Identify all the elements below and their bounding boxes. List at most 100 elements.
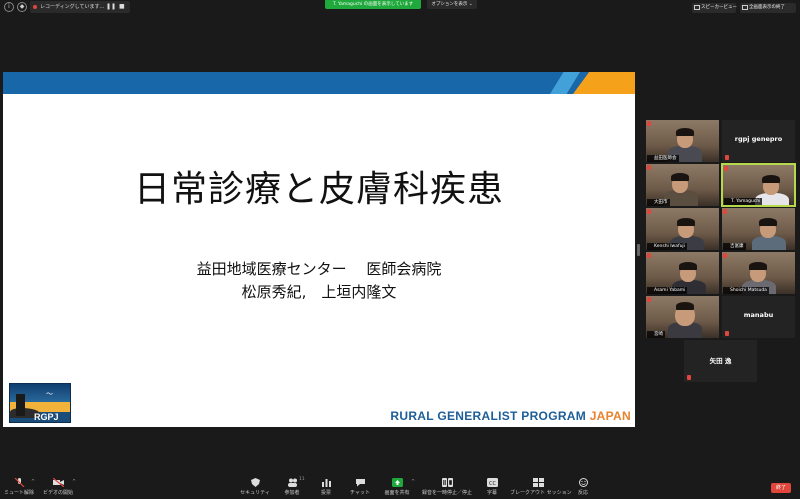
participant-name: Shoichi Matsuda — [723, 287, 769, 294]
participant-tile[interactable]: Shoichi Matsuda — [722, 252, 795, 294]
breakout-grid-icon — [532, 478, 544, 487]
muted-mic-icon — [723, 209, 727, 214]
split-resize-handle[interactable] — [637, 244, 640, 256]
participants-label: 参加者 — [284, 490, 300, 496]
shield-icon — [250, 478, 260, 487]
participant-name: 益田医師会 — [647, 155, 679, 162]
participant-name: 大田市 — [647, 199, 670, 206]
bird-icon: 〜 — [46, 390, 53, 398]
participant-name: manabu — [743, 311, 774, 319]
slide-affiliation: 益田地域医療センター 医師会病院 — [196, 260, 442, 278]
shield-icon[interactable]: ◆ — [17, 2, 27, 12]
svg-text:CC: CC — [489, 481, 496, 487]
breakout-rooms-button[interactable]: ブレークアウト セッション — [510, 473, 572, 499]
participants-count: 11 — [299, 477, 305, 482]
end-meeting-button[interactable]: 終了 — [771, 483, 791, 493]
start-video-button[interactable]: ビデオの開始 — [40, 473, 76, 499]
share-screen-button[interactable]: 画面を共有 — [380, 473, 414, 499]
bar-chart-icon — [321, 479, 331, 487]
participant-name: 宮崎 — [647, 331, 665, 338]
participant-tile[interactable]: 矢田 逸 — [684, 340, 757, 382]
chat-button[interactable]: チャット — [346, 473, 374, 499]
recording-control-label: 録音を一時停止／停止 — [421, 490, 472, 496]
reactions-button[interactable]: 反応 — [572, 473, 594, 499]
view-options-button[interactable]: オプションを表示 ⌄ — [427, 0, 477, 9]
muted-mic-icon — [725, 155, 729, 160]
video-options-chevron-icon[interactable]: ^ — [72, 479, 76, 485]
recording-control-button[interactable]: 録音を一時停止／停止 — [418, 473, 476, 499]
participant-tile[interactable]: 大田市 — [646, 164, 719, 206]
muted-mic-icon — [725, 331, 729, 336]
muted-mic-icon — [687, 375, 691, 380]
participant-name: T. Yamaguchi — [724, 198, 763, 205]
reactions-label: 反応 — [577, 490, 588, 496]
record-dot-icon — [33, 5, 37, 9]
logo-text: RGPJ — [34, 412, 59, 422]
security-label: セキュリティ — [240, 490, 270, 496]
participant-tile[interactable]: 宮崎 — [646, 296, 719, 338]
start-video-label: ビデオの開始 — [42, 490, 73, 496]
participant-tile[interactable]: rgpj genepro — [722, 120, 795, 162]
participant-name: rgpj genepro — [734, 135, 783, 143]
pause-stop-icon — [441, 478, 453, 487]
mute-label: ミュート解除 — [4, 490, 35, 496]
participant-name: Asami Yabami — [647, 287, 688, 294]
fullscreen-icon — [742, 5, 748, 10]
slide-authors: 松原秀紀, 上垣内隆文 — [241, 283, 397, 301]
lighthouse-icon — [16, 394, 25, 416]
muted-mic-icon — [647, 121, 651, 126]
program-name: RURAL GENERALIST PROGRAM JAPAN — [390, 409, 631, 423]
polls-label: 投票 — [320, 490, 331, 496]
stripe-accent-orange — [573, 72, 635, 94]
muted-mic-icon — [647, 297, 651, 302]
participant-tile-active-speaker[interactable]: T. Yamaguchi — [721, 163, 796, 207]
exit-fullscreen-button[interactable]: 全画面表示の終了 — [740, 3, 796, 13]
video-off-icon — [52, 478, 64, 487]
slide-header-stripe — [3, 72, 635, 94]
participant-tile[interactable]: 益田医師会 — [646, 120, 719, 162]
participant-tile[interactable]: 吉富康 — [722, 208, 795, 250]
meeting-toolbar: ミュート解除 ^ ビデオの開始 ^ セキュリティ 参加者 11 投票 チャット … — [0, 473, 800, 499]
participant-tile[interactable]: Asami Yabami — [646, 252, 719, 294]
smiley-icon — [578, 478, 588, 487]
participant-name: Kenshi Iwafuji — [647, 243, 687, 250]
participants-icon — [287, 478, 297, 487]
share-screen-label: 画面を共有 — [384, 490, 410, 496]
share-options-chevron-icon[interactable]: ^ — [411, 479, 415, 485]
captions-button[interactable]: CC 字幕 — [482, 473, 502, 499]
top-bar: i ◆ レコーディングしています... ❚❚ ■ T. Yamaguchi の画… — [0, 0, 800, 14]
info-icon[interactable]: i — [4, 2, 14, 12]
cc-icon: CC — [486, 478, 498, 487]
exit-fullscreen-label: 全画面表示の終了 — [749, 5, 785, 10]
shared-screen-slide: 日常診療と皮膚科疾患 益田地域医療センター 医師会病院 松原秀紀, 上垣内隆文 … — [3, 72, 635, 427]
share-screen-icon — [391, 478, 403, 487]
rgpj-logo: 〜 RGPJ — [9, 383, 71, 423]
muted-mic-icon — [724, 166, 728, 171]
muted-mic-icon — [14, 478, 24, 487]
breakout-rooms-label: ブレークアウト セッション — [510, 490, 572, 496]
participant-tile[interactable]: Kenshi Iwafuji — [646, 208, 719, 250]
mute-options-chevron-icon[interactable]: ^ — [31, 479, 35, 485]
speaker-view-button[interactable]: スピーカービュー — [692, 3, 737, 13]
chat-bubble-icon — [355, 479, 365, 487]
muted-mic-icon — [647, 209, 651, 214]
stop-recording-icon[interactable]: ■ — [119, 3, 125, 10]
recording-label: レコーディングしています... — [40, 4, 105, 10]
muted-mic-icon — [647, 253, 651, 258]
security-button[interactable]: セキュリティ — [238, 473, 272, 499]
screen-share-banner: T. Yamaguchi の画面を表示しています — [325, 0, 421, 9]
pause-recording-icon[interactable]: ❚❚ — [106, 3, 116, 10]
captions-label: 字幕 — [486, 490, 497, 496]
participant-name: 矢田 逸 — [709, 357, 732, 365]
muted-mic-icon — [723, 253, 727, 258]
participant-tile[interactable]: manabu — [722, 296, 795, 338]
muted-mic-icon — [647, 165, 651, 170]
speaker-view-label: スピーカービュー — [701, 5, 737, 10]
slide-title: 日常診療と皮膚科疾患 — [133, 169, 504, 210]
grid-icon — [694, 5, 700, 10]
zoom-window: i ◆ レコーディングしています... ❚❚ ■ T. Yamaguchi の画… — [0, 0, 800, 499]
chat-label: チャット — [350, 490, 370, 496]
mute-button[interactable]: ミュート解除 — [4, 473, 34, 499]
participant-name: 吉富康 — [723, 243, 746, 250]
polls-button[interactable]: 投票 — [314, 473, 338, 499]
